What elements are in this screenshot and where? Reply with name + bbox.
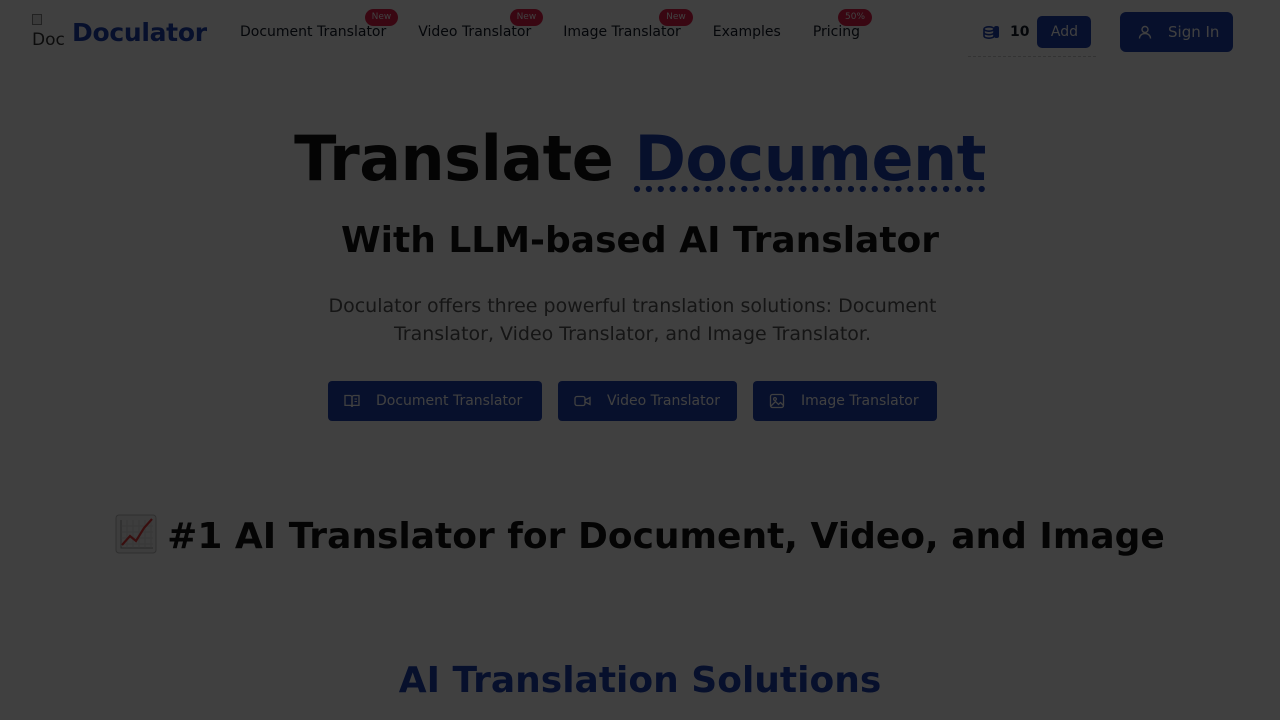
hero-title: Translate Document: [0, 122, 1280, 196]
book-icon: [344, 394, 360, 408]
brand-name: Doculator: [72, 17, 207, 47]
nav-link-pricing[interactable]: Pricing 50%: [812, 9, 873, 44]
modal-backdrop-overlay[interactable]: [0, 0, 1280, 720]
credit-count: 10: [1010, 24, 1030, 40]
image-translator-button[interactable]: Image Translator: [753, 381, 937, 421]
coins-icon: [983, 25, 999, 39]
video-camera-icon: [574, 395, 591, 407]
page: Doc Doculator Document Translator New Vi…: [0, 0, 1280, 720]
new-badge: New: [509, 9, 544, 26]
user-icon: [1138, 25, 1152, 39]
ranking-heading-text: #1 AI Translator for Document, Video, an…: [167, 516, 1165, 557]
sign-in-button[interactable]: Sign In: [1120, 12, 1233, 52]
nav-link-examples[interactable]: Examples: [713, 20, 781, 44]
cta-label: Image Translator: [801, 393, 919, 409]
nav-link-image-translator[interactable]: Image Translator New: [563, 9, 693, 44]
hero-title-accent: Document: [634, 122, 986, 195]
logo-image: Doc: [32, 14, 64, 50]
nav-link-label: Video Translator: [418, 24, 532, 40]
nav-link-label: Examples: [712, 24, 781, 40]
cta-label: Document Translator: [376, 393, 523, 409]
ranking-heading: #1 AI Translator for Document, Video, an…: [0, 514, 1280, 560]
new-badge: New: [364, 9, 399, 26]
video-translator-button[interactable]: Video Translator: [558, 381, 737, 421]
nav-link-video-translator[interactable]: Video Translator New: [418, 9, 544, 44]
nav-link-document-translator[interactable]: Document Translator New: [240, 9, 399, 44]
discount-badge: 50%: [838, 9, 873, 26]
main-nav: Document Translator New Video Translator…: [240, 9, 892, 44]
nav-link-label: Document Translator: [240, 24, 387, 40]
logo-alt-text: Doc: [32, 30, 64, 50]
sign-in-label: Sign In: [1168, 23, 1220, 41]
top-navbar: Doc Doculator Document Translator New Vi…: [0, 0, 1280, 64]
hero-subtitle: With LLM-based AI Translator: [340, 220, 940, 261]
hero-description: Doculator offers three powerful translat…: [328, 295, 937, 345]
solutions-heading: AI Translation Solutions: [398, 660, 882, 701]
broken-image-icon: [32, 14, 42, 25]
credits-widget: 10 Add: [968, 16, 1096, 57]
hero-title-plain: Translate: [294, 122, 614, 195]
new-badge: New: [659, 9, 693, 26]
document-translator-button[interactable]: Document Translator: [328, 381, 542, 421]
brand-logo-link[interactable]: Doc Doculator: [32, 12, 207, 52]
image-icon: [769, 393, 785, 409]
hero-cta-row: Document Translator Video Translator Ima…: [328, 381, 953, 421]
chart-increasing-emoji: [115, 514, 157, 554]
nav-link-label: Pricing: [812, 24, 861, 40]
nav-link-label: Image Translator: [563, 24, 681, 40]
cta-label: Video Translator: [607, 393, 720, 409]
add-credits-button[interactable]: Add: [1037, 16, 1092, 48]
